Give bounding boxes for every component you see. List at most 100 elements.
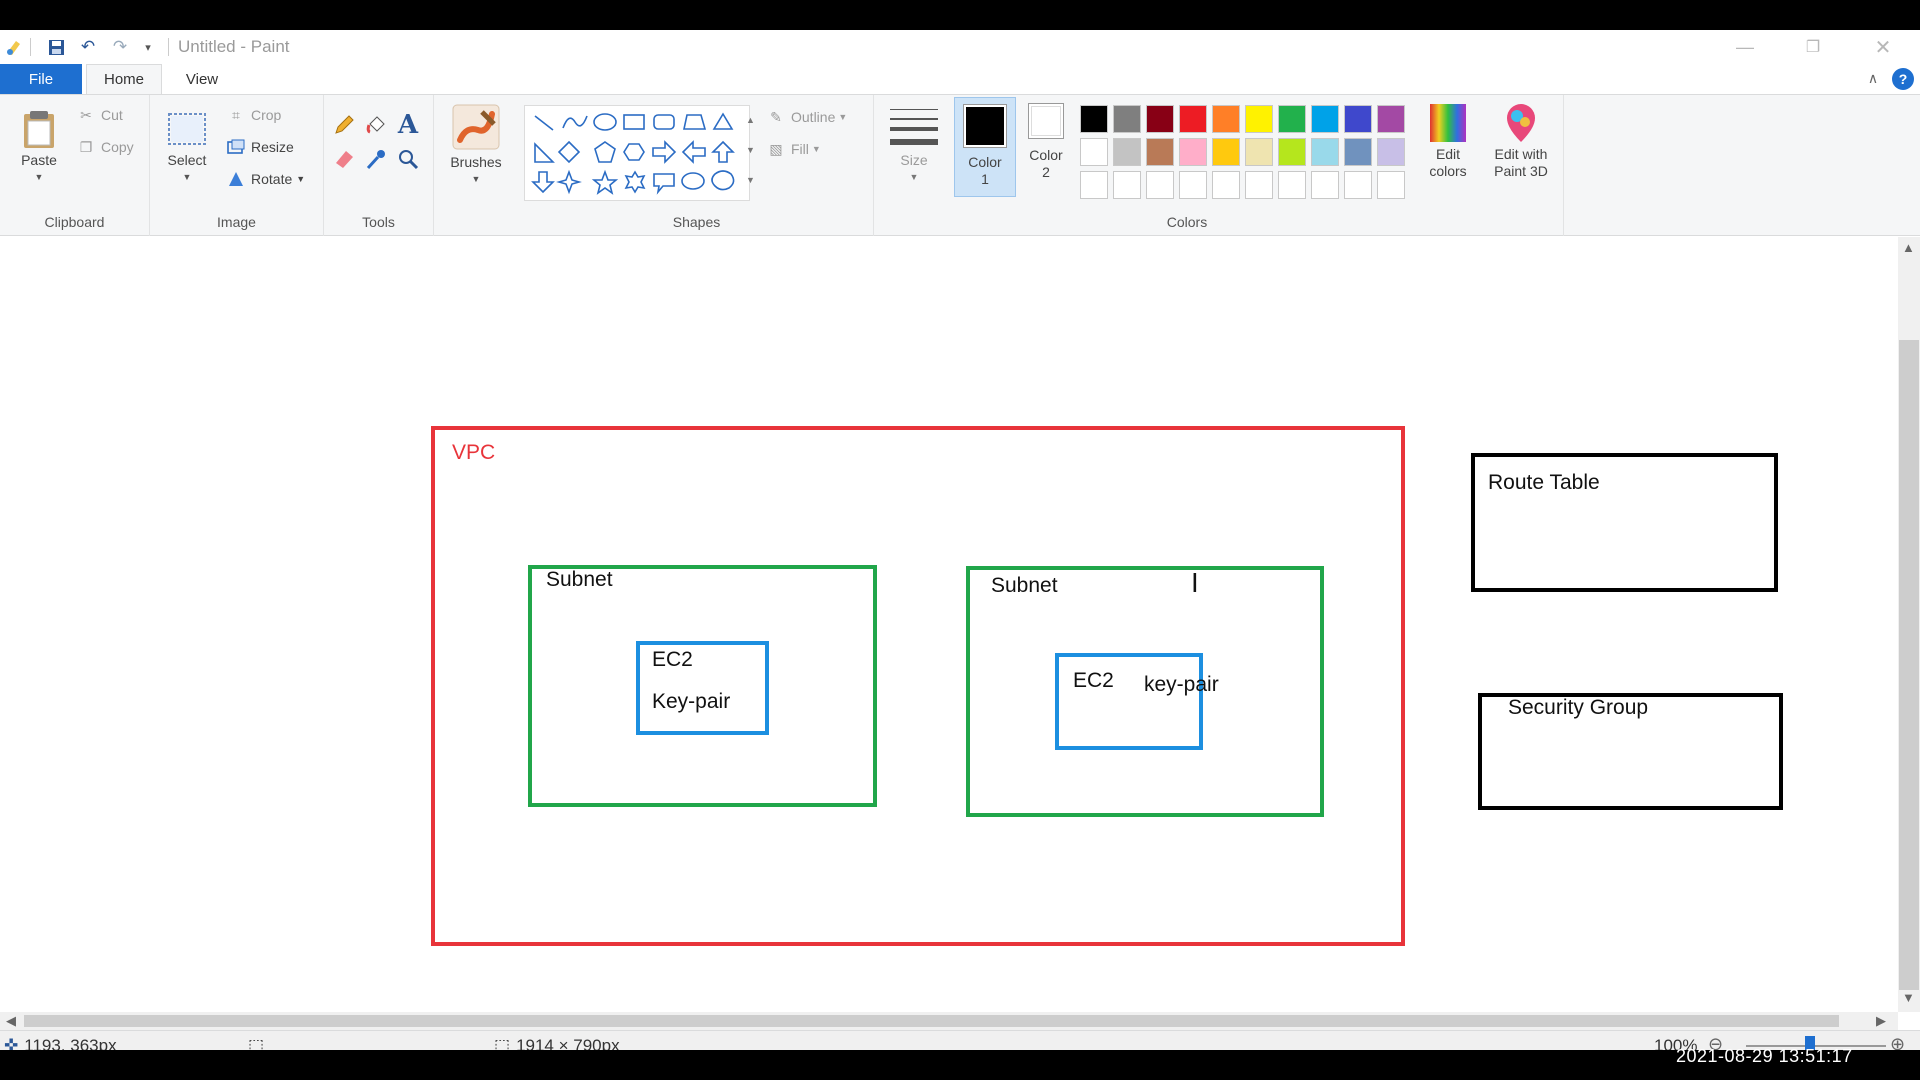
redo-icon[interactable]: ↷ xyxy=(108,35,132,59)
palette-swatch[interactable] xyxy=(1311,171,1339,199)
palette-swatch[interactable] xyxy=(1146,105,1174,133)
canvas-size-text: 1914 × 790px xyxy=(516,1036,620,1050)
palette-swatch[interactable] xyxy=(1278,138,1306,166)
route-table-label: Route Table xyxy=(1488,471,1600,494)
color-picker-icon[interactable] xyxy=(362,145,390,173)
keypair-2-label: key-pair xyxy=(1144,673,1219,696)
paste-button[interactable]: Paste ▼ xyxy=(14,109,64,186)
tab-home[interactable]: Home xyxy=(86,64,162,94)
close-button[interactable]: ✕ xyxy=(1860,32,1906,62)
fill-bucket-icon[interactable] xyxy=(362,111,390,139)
palette-swatch[interactable] xyxy=(1311,105,1339,133)
palette-swatch[interactable] xyxy=(1245,171,1273,199)
palette-swatch[interactable] xyxy=(1344,105,1372,133)
undo-icon[interactable]: ↶ xyxy=(76,35,100,59)
palette-swatch[interactable] xyxy=(1344,171,1372,199)
chevron-down-icon: ▼ xyxy=(34,172,44,182)
palette-swatch[interactable] xyxy=(1080,138,1108,166)
scroll-right-icon[interactable]: ▶ xyxy=(1876,1013,1886,1029)
canvas-size-icon: ⬚ xyxy=(494,1036,511,1050)
resize-button[interactable]: Resize xyxy=(226,137,294,157)
text-tool-icon[interactable]: A xyxy=(394,110,422,140)
palette-swatch[interactable] xyxy=(1113,171,1141,199)
line-size-icon xyxy=(890,105,938,149)
palette-swatch[interactable] xyxy=(1212,105,1240,133)
pencil-icon[interactable] xyxy=(330,111,358,139)
palette-swatch[interactable] xyxy=(1179,171,1207,199)
help-icon[interactable]: ? xyxy=(1892,68,1914,90)
brushes-button[interactable]: Brushes ▼ xyxy=(446,103,506,188)
paste-label: Paste xyxy=(21,152,57,168)
window-title: Untitled - Paint xyxy=(178,37,290,56)
chevron-down-icon: ▼ xyxy=(296,174,306,184)
resize-icon xyxy=(226,137,246,157)
minimize-button[interactable]: — xyxy=(1722,32,1768,62)
cursor-position-text: 1193, 363px xyxy=(24,1036,117,1050)
palette-swatch[interactable] xyxy=(1212,171,1240,199)
palette-swatch[interactable] xyxy=(1377,105,1405,133)
palette-swatch[interactable] xyxy=(1080,171,1108,199)
edit-with-paint3d-button[interactable]: Edit with Paint 3D xyxy=(1484,103,1558,180)
security-group-label: Security Group xyxy=(1508,696,1649,719)
crop-button[interactable]: ⌗ Crop xyxy=(226,105,281,125)
collapse-ribbon-icon[interactable]: ∧ xyxy=(1862,67,1884,89)
palette-swatch[interactable] xyxy=(1311,138,1339,166)
color1-button[interactable]: Color 1 xyxy=(954,97,1016,197)
restore-button[interactable]: ❐ xyxy=(1790,32,1836,62)
shapes-group: ▲ ▼ ▼ ✎ Outline ▼ ▧ Fill ▼ Shapes xyxy=(520,95,874,236)
palette-swatch[interactable] xyxy=(1113,138,1141,166)
outline-icon: ✎ xyxy=(770,108,782,125)
palette-swatch[interactable] xyxy=(1212,138,1240,166)
palette-swatch[interactable] xyxy=(1377,138,1405,166)
vertical-scroll-thumb[interactable] xyxy=(1899,340,1919,990)
shapes-scroll-up-icon[interactable]: ▲ xyxy=(746,115,755,125)
palette-swatch[interactable] xyxy=(1113,105,1141,133)
tab-file[interactable]: File xyxy=(0,64,82,94)
zoom-in-icon[interactable]: ⊕ xyxy=(1890,1034,1905,1050)
scroll-up-icon[interactable]: ▲ xyxy=(1902,240,1915,255)
palette-swatch[interactable] xyxy=(1245,105,1273,133)
palette-swatch[interactable] xyxy=(1146,171,1174,199)
rotate-button[interactable]: Rotate ▼ xyxy=(226,169,305,189)
copy-button[interactable]: ❐ Copy xyxy=(76,137,134,157)
status-bar: ✜ 1193, 363px ⬚ ⬚ 1914 × 790px 100% ⊖ ⊕ xyxy=(0,1030,1920,1050)
palette-swatch[interactable] xyxy=(1179,105,1207,133)
select-button[interactable]: Select ▼ xyxy=(162,109,212,186)
chevron-down-icon: ▼ xyxy=(182,172,192,182)
palette-swatch[interactable] xyxy=(1377,171,1405,199)
subnet-1-label: Subnet xyxy=(546,568,613,591)
tools-group-label: Tools xyxy=(362,214,395,230)
palette-swatch[interactable] xyxy=(1179,138,1207,166)
outline-button[interactable]: ✎ Outline ▼ xyxy=(766,107,847,127)
horizontal-scroll-thumb[interactable] xyxy=(24,1015,1839,1027)
drawing-canvas[interactable]: VPC Subnet EC2 Key-pair Subnet EC2 key-p… xyxy=(0,237,1898,1012)
palette-swatch[interactable] xyxy=(1278,105,1306,133)
keypair-1-label: Key-pair xyxy=(652,690,731,713)
shapes-scroll-down-icon[interactable]: ▼ xyxy=(746,145,755,155)
select-label: Select xyxy=(167,152,207,168)
palette-swatch[interactable] xyxy=(1278,171,1306,199)
rotate-icon xyxy=(226,169,246,189)
fill-button[interactable]: ▧ Fill ▼ xyxy=(766,139,820,159)
tools-group: A Tools xyxy=(324,95,434,236)
size-button[interactable]: Size ▼ xyxy=(884,105,944,186)
paint-app-icon[interactable] xyxy=(2,35,26,59)
color2-button[interactable]: Color 2 xyxy=(1018,103,1074,181)
palette-swatch[interactable] xyxy=(1080,105,1108,133)
eraser-icon[interactable] xyxy=(330,145,358,173)
chevron-down-icon: ▼ xyxy=(909,172,919,182)
shapes-more-icon[interactable]: ▼ xyxy=(746,175,755,185)
ec2-1-label: EC2 xyxy=(652,648,693,671)
palette-swatch[interactable] xyxy=(1146,138,1174,166)
scroll-left-icon[interactable]: ◀ xyxy=(6,1013,16,1029)
customize-toolbar-icon[interactable]: ▾ xyxy=(136,35,160,59)
scroll-down-icon[interactable]: ▼ xyxy=(1902,990,1915,1005)
magnifier-icon[interactable] xyxy=(394,145,422,173)
palette-swatch[interactable] xyxy=(1245,138,1273,166)
color1-label: Color xyxy=(968,154,1002,170)
tab-view[interactable]: View xyxy=(172,64,232,94)
save-icon[interactable] xyxy=(44,35,68,59)
palette-swatch[interactable] xyxy=(1344,138,1372,166)
cut-button[interactable]: ✂ Cut xyxy=(76,105,123,125)
edit-colors-button[interactable]: Edit colors xyxy=(1420,103,1476,180)
